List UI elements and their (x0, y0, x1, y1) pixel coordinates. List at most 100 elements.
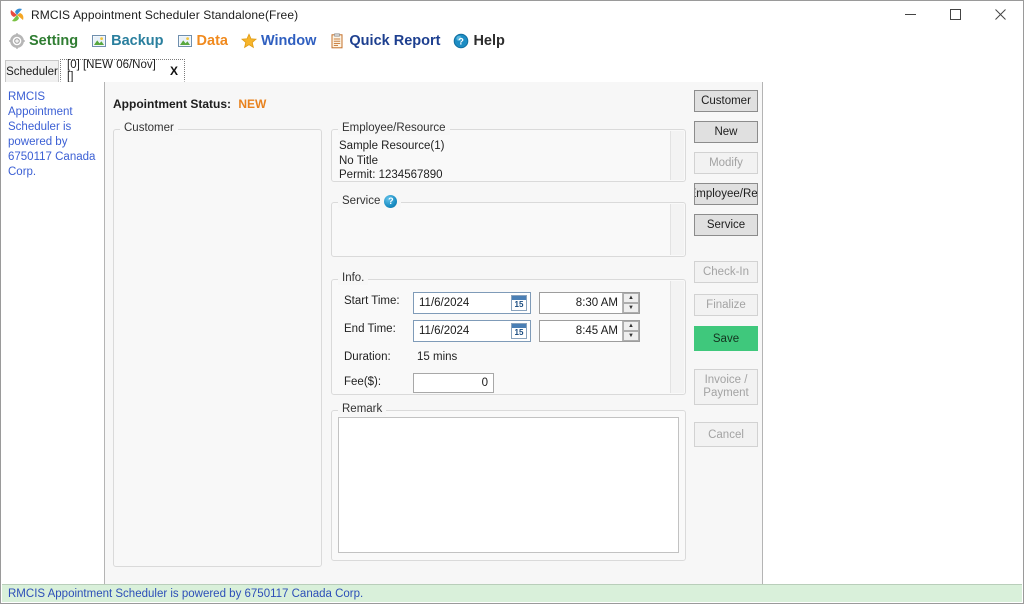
calendar-icon[interactable]: 15 (511, 295, 527, 311)
service-scrollbar[interactable] (670, 204, 684, 255)
app-pinwheel-icon (9, 7, 25, 23)
appointment-status-label: Appointment Status: (113, 97, 231, 111)
end-time-spin-down[interactable]: ▼ (623, 331, 639, 341)
tab-strip: Scheduler [0] [NEW 06/Nov] [] X (1, 57, 1023, 83)
service-help-icon[interactable]: ? (384, 195, 398, 208)
clipboard-icon (329, 33, 345, 49)
calendar-icon[interactable]: 15 (511, 323, 527, 339)
appointment-status-value: NEW (238, 97, 267, 111)
remark-group: Remark (331, 403, 686, 561)
end-time-input[interactable]: 8:45 AM ▲ ▼ (539, 320, 640, 342)
menu-label-help: Help (473, 33, 505, 49)
customer-group-label: Customer (124, 122, 174, 134)
info-group-label: Info. (342, 272, 365, 284)
end-time-spinner[interactable]: ▲ ▼ (622, 321, 639, 341)
duration-value: 15 mins (417, 351, 458, 363)
fee-input[interactable]: 0 (413, 373, 494, 393)
action-button-column: Customer New Modify Employee/Res Service… (694, 90, 760, 570)
star-icon (240, 33, 257, 49)
maximize-button[interactable] (933, 1, 978, 28)
tab-close-icon[interactable]: X (170, 64, 178, 78)
duration-row: Duration: 15 mins (332, 348, 685, 370)
invoice-payment-line2: Payment (703, 387, 749, 399)
employee-permit: Permit: 1234567890 (339, 169, 443, 181)
invoice-payment-button: Invoice / Payment (694, 369, 758, 405)
menu-item-backup[interactable]: Backup (91, 33, 164, 49)
menu-label-data: Data (196, 33, 228, 49)
menu-item-setting[interactable]: Setting (9, 33, 78, 49)
service-group-title: Service ? (338, 195, 402, 208)
menu-label-setting: Setting (29, 33, 79, 49)
menu-item-data[interactable]: Data (177, 33, 228, 49)
sidebar-promo-panel: RMCIS Appointment Scheduler is powered b… (2, 82, 103, 585)
service-group-label: Service (342, 195, 381, 207)
info-group-title: Info. (338, 272, 369, 285)
start-time-spin-down[interactable]: ▼ (623, 303, 639, 313)
service-button[interactable]: Service (694, 214, 758, 236)
remark-group-label: Remark (342, 403, 383, 415)
employee-resource-group-label: Employee/Resource (342, 122, 446, 134)
calendar-day-number: 15 (514, 300, 524, 309)
new-button[interactable]: New (694, 121, 758, 143)
menu-label-backup: Backup (111, 33, 164, 49)
employee-resource-panel[interactable]: Sample Resource(1) No Title Permit: 1234… (331, 129, 686, 182)
minimize-button[interactable] (888, 1, 933, 28)
backup-image-icon (91, 33, 107, 49)
window-controls (888, 1, 1023, 28)
start-time-input[interactable]: 8:30 AM ▲ ▼ (539, 292, 640, 314)
invoice-payment-line1: Invoice / (704, 374, 748, 386)
employee-resource-group-title: Employee/Resource (338, 122, 450, 135)
employee-resource-details: Sample Resource(1) No Title Permit: 1234… (339, 139, 444, 183)
menu-item-window[interactable]: Window (240, 33, 316, 49)
remark-textarea[interactable] (338, 417, 679, 553)
menu-item-quick-report[interactable]: Quick Report (329, 33, 440, 49)
end-time-spin-up[interactable]: ▲ (623, 321, 639, 331)
end-date-value: 11/6/2024 (419, 325, 470, 337)
employee-resource-button[interactable]: Employee/Res (694, 183, 758, 205)
fee-row: Fee($): 0 (332, 373, 685, 395)
employee-resource-scrollbar[interactable] (670, 131, 684, 180)
question-circle-icon: ? (453, 33, 469, 49)
end-time-label: End Time: (344, 323, 396, 335)
status-bar-text: RMCIS Appointment Scheduler is powered b… (8, 587, 364, 600)
tab-scheduler-label: Scheduler (6, 65, 58, 78)
mdi-background-pane (764, 82, 1023, 585)
svg-text:?: ? (459, 37, 465, 48)
appointment-form: Appointment Status: NEW Customer Sample … (104, 82, 763, 585)
remark-panel (331, 410, 686, 561)
status-bar: RMCIS Appointment Scheduler is powered b… (2, 584, 1022, 602)
start-time-label: Start Time: (344, 295, 400, 307)
appointment-status: Appointment Status: NEW (113, 97, 266, 111)
duration-label: Duration: (344, 351, 391, 363)
customer-group: Customer (113, 122, 322, 567)
close-button[interactable] (978, 1, 1023, 28)
tab-new-appointment-label: [0] [NEW 06/Nov] [] (67, 58, 156, 83)
title-bar: RMCIS Appointment Scheduler Standalone(F… (1, 1, 1023, 28)
remark-group-title: Remark (338, 403, 387, 416)
tab-scheduler[interactable]: Scheduler (5, 60, 59, 82)
start-time-row: Start Time: 11/6/2024 15 8:30 AM ▲ ▼ (332, 292, 685, 314)
customer-panel[interactable] (113, 129, 322, 567)
data-image-icon (177, 33, 193, 49)
service-panel[interactable] (331, 202, 686, 257)
customer-group-title: Customer (120, 122, 178, 135)
cancel-button: Cancel (694, 422, 758, 447)
employee-name: Sample Resource(1) (339, 140, 445, 152)
menu-item-help[interactable]: ? Help (453, 33, 505, 49)
save-button[interactable]: Save (694, 326, 758, 351)
end-time-value: 8:45 AM (575, 325, 618, 337)
customer-button[interactable]: Customer (694, 90, 758, 112)
finalize-button: Finalize (694, 294, 758, 316)
start-date-picker[interactable]: 11/6/2024 15 (413, 292, 531, 314)
start-date-value: 11/6/2024 (419, 297, 470, 309)
start-time-spin-up[interactable]: ▲ (623, 293, 639, 303)
service-group: Service ? (331, 195, 686, 257)
employee-title: No Title (339, 154, 378, 167)
menu-label-quick-report: Quick Report (349, 33, 441, 49)
end-date-picker[interactable]: 11/6/2024 15 (413, 320, 531, 342)
menu-bar: Setting Backup Data Window Quick Report … (1, 28, 1023, 54)
start-time-spinner[interactable]: ▲ ▼ (622, 293, 639, 313)
employee-resource-group: Sample Resource(1) No Title Permit: 1234… (331, 122, 686, 182)
calendar-day-number: 15 (514, 328, 524, 337)
tab-new-appointment[interactable]: [0] [NEW 06/Nov] [] X (60, 58, 185, 83)
